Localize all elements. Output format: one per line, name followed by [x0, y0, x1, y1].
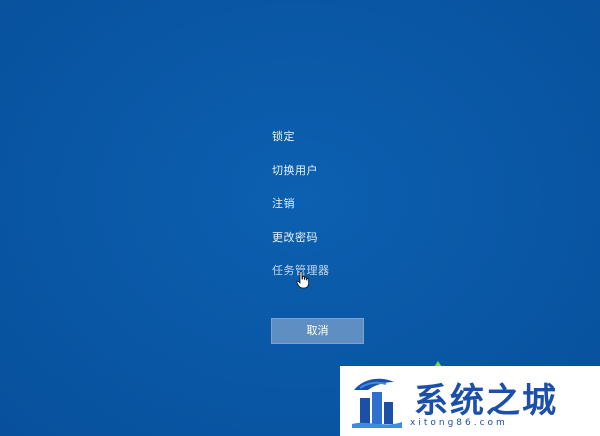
change-password-option[interactable]: 更改密码 [272, 221, 472, 255]
sign-out-option[interactable]: 注销 [272, 187, 472, 221]
watermark-subtitle: xitong86.com [410, 418, 508, 428]
hand-pointer-icon [296, 271, 309, 289]
switch-user-option[interactable]: 切换用户 [272, 154, 472, 188]
watermark-title: 系统之城 [414, 381, 558, 421]
city-logo-icon [352, 378, 402, 428]
lock-option[interactable]: 锁定 [272, 120, 472, 154]
security-options-menu: 锁定 切换用户 注销 更改密码 任务管理器 [272, 120, 472, 288]
cancel-button[interactable]: 取消 [271, 318, 364, 344]
